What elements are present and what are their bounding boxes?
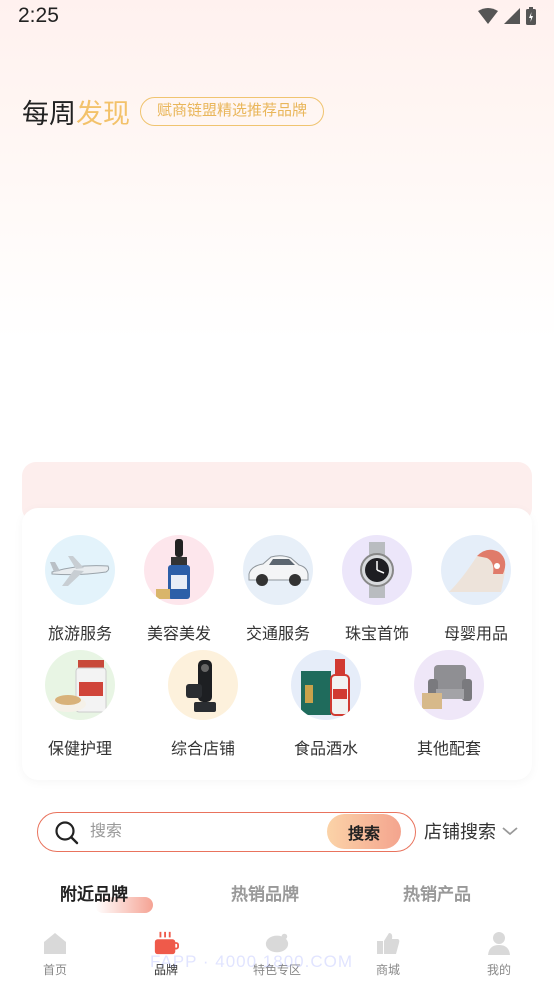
tab-hot-brands[interactable]: 热销品牌 <box>231 880 299 905</box>
category-health[interactable]: 保健护理 <box>30 650 130 759</box>
nav-home[interactable]: 首页 <box>15 930 95 978</box>
brand-tabs: 附近品牌 热销品牌 热销产品 <box>0 876 554 916</box>
car-icon <box>243 535 313 605</box>
airplane-icon <box>45 535 115 605</box>
status-bar: 2:25 <box>0 0 554 34</box>
category-jewelry[interactable]: 珠宝首饰 <box>327 535 427 644</box>
bottom-nav: 首页 品牌 特色专区 商城 我的 <box>0 922 554 984</box>
supplement-icon <box>45 650 115 720</box>
nav-label: 首页 <box>42 963 67 977</box>
tab-hot-products[interactable]: 热销产品 <box>403 880 471 905</box>
category-label: 保健护理 <box>47 741 112 758</box>
category-label: 食品酒水 <box>293 741 358 758</box>
wifi-icon <box>478 8 498 24</box>
armchair-icon <box>414 650 484 720</box>
category-food-drinks[interactable]: 食品酒水 <box>276 650 376 759</box>
search-button[interactable]: 搜索 <box>327 814 401 849</box>
watch-icon <box>342 535 412 605</box>
profile-icon <box>486 930 512 956</box>
baby-slide-icon <box>441 535 511 605</box>
tab-nearby-brands[interactable]: 附近品牌 <box>60 880 128 905</box>
nav-featured[interactable]: 特色专区 <box>237 930 317 978</box>
category-label: 其他配套 <box>416 741 481 758</box>
category-label: 交通服务 <box>245 626 310 643</box>
liquor-icon <box>291 650 361 720</box>
nav-mall[interactable]: 商城 <box>348 930 428 978</box>
search-input[interactable] <box>90 819 310 845</box>
category-other[interactable]: 其他配套 <box>399 650 499 759</box>
category-label: 综合店铺 <box>170 741 235 758</box>
piggy-icon <box>264 930 290 956</box>
nav-label: 我的 <box>486 963 511 977</box>
weekly-discovery-header: 每周 发现 赋商链盟精选推荐品牌 <box>22 92 325 131</box>
category-label: 珠宝首饰 <box>344 626 409 643</box>
home-icon <box>42 930 68 956</box>
category-transport[interactable]: 交通服务 <box>228 535 328 644</box>
status-icons <box>478 7 536 25</box>
serum-bottle-icon <box>144 535 214 605</box>
gimbal-icon <box>168 650 238 720</box>
search-icon <box>55 821 79 845</box>
headline-tag: 赋商链盟精选推荐品牌 <box>140 97 325 126</box>
nav-label: 特色专区 <box>252 963 301 977</box>
store-search-label: 店铺搜索 <box>424 822 496 842</box>
nav-brand[interactable]: 品牌 <box>126 930 206 978</box>
chevron-down-icon <box>502 827 518 836</box>
category-label: 美容美发 <box>146 626 211 643</box>
category-label: 母婴用品 <box>443 626 508 643</box>
headline-accent: 发现 <box>76 99 130 129</box>
nav-profile[interactable]: 我的 <box>459 930 539 978</box>
nav-label: 品牌 <box>153 963 178 977</box>
category-beauty[interactable]: 美容美发 <box>129 535 229 644</box>
status-time: 2:25 <box>18 4 59 27</box>
nav-label: 商城 <box>375 963 400 977</box>
category-baby[interactable]: 母婴用品 <box>426 535 526 644</box>
category-card: 旅游服务 美容美发 交通服务 珠宝首饰 母婴用品 保健护理 综合店铺 食品酒水 … <box>22 508 532 780</box>
headline-main: 每周 <box>22 99 76 129</box>
brand-icon <box>153 930 179 956</box>
search-bar: 搜索 <box>37 812 416 852</box>
category-label: 旅游服务 <box>47 626 112 643</box>
store-search-dropdown[interactable]: 店铺搜索 <box>424 818 520 844</box>
signal-icon <box>504 8 520 24</box>
battery-icon <box>526 7 536 25</box>
category-general-store[interactable]: 综合店铺 <box>153 650 253 759</box>
thumbs-up-icon <box>375 930 401 956</box>
category-travel[interactable]: 旅游服务 <box>30 535 130 644</box>
